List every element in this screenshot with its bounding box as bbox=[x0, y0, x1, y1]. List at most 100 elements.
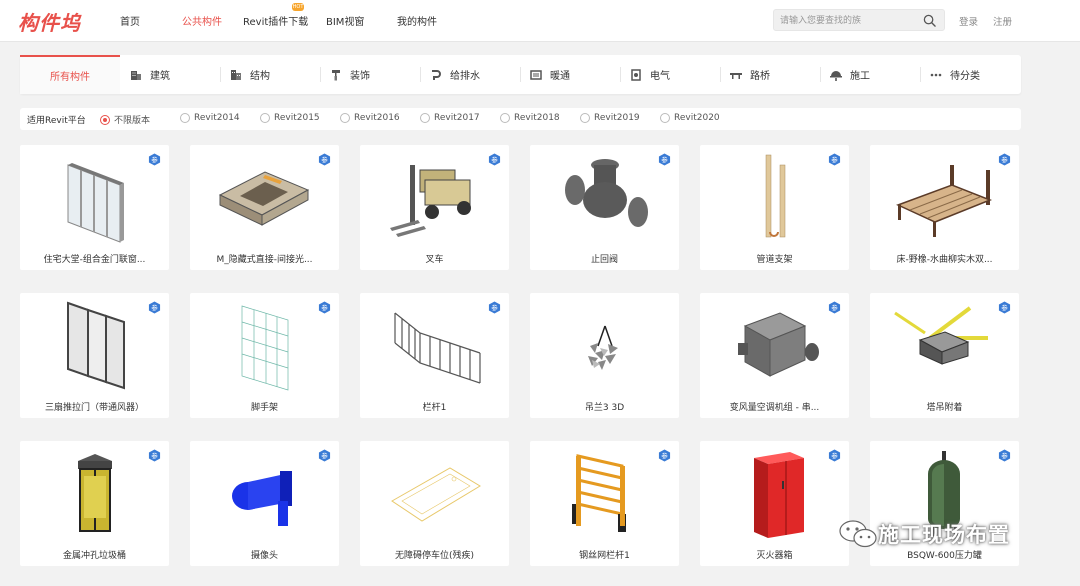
bridge-icon bbox=[730, 72, 742, 79]
search-box bbox=[773, 9, 945, 31]
component-card[interactable]: 参 管道支架 bbox=[700, 145, 849, 270]
platform-option-2019[interactable]: Revit2019 bbox=[580, 113, 640, 123]
component-card[interactable]: 参 叉车 bbox=[360, 145, 509, 270]
curtain-door-model-icon bbox=[67, 163, 124, 243]
param-badge-icon: 参 bbox=[828, 301, 841, 314]
radio-icon[interactable] bbox=[420, 113, 430, 123]
parking-space-model-icon bbox=[391, 467, 481, 522]
component-card[interactable]: 参 三扇推拉门（带通风器） bbox=[20, 293, 169, 418]
param-badge-icon: 参 bbox=[998, 449, 1011, 462]
option-label: Revit2018 bbox=[514, 113, 560, 123]
component-card[interactable]: 参 止回阀 bbox=[530, 145, 679, 270]
nav-item-revit-plugin[interactable]: Revit插件下载 bbox=[243, 13, 308, 28]
platform-option-any[interactable]: 不限版本 bbox=[100, 113, 150, 126]
card-title: 止回阀 bbox=[590, 255, 618, 265]
component-card[interactable]: 吊兰3 3D bbox=[530, 293, 679, 418]
tab-uncategorized[interactable]: 待分类 bbox=[920, 55, 1020, 94]
svg-text:参: 参 bbox=[831, 451, 838, 460]
component-card[interactable]: 参 钢丝网栏杆1 bbox=[530, 441, 679, 566]
tab-road-bridge[interactable]: 路桥 bbox=[720, 55, 820, 94]
tab-hvac[interactable]: 暖通 bbox=[520, 55, 620, 94]
param-badge-icon: 参 bbox=[828, 153, 841, 166]
param-badge-icon: 参 bbox=[488, 153, 501, 166]
register-link[interactable]: 注册 bbox=[993, 14, 1012, 28]
search-icon[interactable] bbox=[923, 14, 936, 27]
tab-all[interactable]: 所有构件 bbox=[20, 55, 120, 94]
param-badge-icon: 参 bbox=[998, 301, 1011, 314]
card-title: M_隐藏式直接-间接光... bbox=[216, 255, 313, 265]
nav-item-my-components[interactable]: 我的构件 bbox=[397, 13, 437, 28]
chat-icon bbox=[839, 520, 877, 548]
radio-icon[interactable] bbox=[580, 113, 590, 123]
component-card[interactable]: 参 变风量空调机组 - 串... bbox=[700, 293, 849, 418]
card-title: 变风量空调机组 - 串... bbox=[729, 403, 820, 413]
tab-label: 给排水 bbox=[450, 71, 480, 82]
site-logo[interactable]: 构件坞 bbox=[18, 7, 81, 36]
platform-option-2020[interactable]: Revit2020 bbox=[660, 113, 720, 123]
card-title: 灭火器箱 bbox=[756, 551, 793, 561]
component-card[interactable]: 无障碍停车位(残疾) bbox=[360, 441, 509, 566]
nav-item-home[interactable]: 首页 bbox=[120, 13, 140, 28]
radio-icon[interactable] bbox=[100, 114, 110, 125]
svg-text:参: 参 bbox=[491, 303, 498, 312]
radio-icon[interactable] bbox=[180, 113, 190, 123]
tab-label: 待分类 bbox=[950, 71, 980, 82]
building-icon bbox=[131, 70, 141, 80]
platform-option-2018[interactable]: Revit2018 bbox=[500, 113, 560, 123]
card-title: 摄像头 bbox=[250, 551, 278, 561]
tab-label: 电气 bbox=[650, 71, 670, 82]
component-card[interactable]: 参 金属冲孔垃圾桶 bbox=[20, 441, 169, 566]
radio-icon[interactable] bbox=[260, 113, 270, 123]
wire-fence-model-icon bbox=[572, 454, 626, 532]
recessed-light-model-icon bbox=[218, 171, 310, 226]
option-label: 不限版本 bbox=[114, 116, 151, 126]
param-badge-icon: 参 bbox=[828, 449, 841, 462]
tab-label: 施工 bbox=[850, 71, 870, 82]
param-badge-icon: 参 bbox=[318, 301, 331, 314]
radio-icon[interactable] bbox=[660, 113, 670, 123]
component-card[interactable]: 参 栏杆1 bbox=[360, 293, 509, 418]
tab-construction[interactable]: 施工 bbox=[820, 55, 920, 94]
component-card[interactable]: 参 M_隐藏式直接-间接光... bbox=[190, 145, 339, 270]
tab-structure[interactable]: 结构 bbox=[220, 55, 320, 94]
tab-plumbing[interactable]: 给排水 bbox=[420, 55, 520, 94]
watermark: 施工现场布置 bbox=[838, 518, 1010, 550]
more-icon bbox=[930, 73, 942, 76]
tab-building[interactable]: 建筑 bbox=[120, 55, 220, 94]
param-badge-icon: 参 bbox=[658, 449, 671, 462]
login-link[interactable]: 登录 bbox=[959, 14, 978, 28]
card-title: 三扇推拉门（带通风器） bbox=[44, 403, 144, 413]
platform-option-2014[interactable]: Revit2014 bbox=[180, 113, 240, 123]
component-card[interactable]: 参 脚手架 bbox=[190, 293, 339, 418]
svg-text:参: 参 bbox=[321, 451, 328, 460]
revit-platform-filter: 适用Revit平台 不限版本 Revit2014 Revit2015 Revit… bbox=[20, 108, 1021, 130]
param-badge-icon: 参 bbox=[318, 449, 331, 462]
platform-option-2016[interactable]: Revit2016 bbox=[340, 113, 400, 123]
radio-icon[interactable] bbox=[340, 113, 350, 123]
component-card[interactable]: 参 塔吊附着 bbox=[870, 293, 1019, 418]
hanging-plant-model-icon bbox=[588, 325, 618, 370]
option-label: Revit2016 bbox=[354, 113, 400, 123]
svg-text:参: 参 bbox=[831, 303, 838, 312]
card-title: 塔吊附着 bbox=[926, 403, 963, 413]
platform-option-2017[interactable]: Revit2017 bbox=[420, 113, 480, 123]
radio-icon[interactable] bbox=[500, 113, 510, 123]
param-badge-icon: 参 bbox=[148, 301, 161, 314]
component-card[interactable]: 参 住宅大堂-组合金门联窗... bbox=[20, 145, 169, 270]
nav-item-public-components[interactable]: 公共构件 bbox=[182, 13, 222, 28]
option-label: Revit2014 bbox=[194, 113, 240, 123]
search-input[interactable] bbox=[780, 13, 920, 28]
category-tabs: 所有构件 建筑 结构 装饰 给排水 暖通 电气 路桥 施工 待分类 bbox=[20, 55, 1021, 94]
component-card[interactable]: 参 摄像头 bbox=[190, 441, 339, 566]
card-title: 住宅大堂-组合金门联窗... bbox=[43, 255, 146, 265]
component-card[interactable]: 参 灭火器箱 bbox=[700, 441, 849, 566]
component-card[interactable]: 参 床-野橡-水曲柳实木双... bbox=[870, 145, 1019, 270]
option-label: Revit2019 bbox=[594, 113, 640, 123]
nav-item-bim-viewer[interactable]: BIM视窗 bbox=[326, 13, 364, 28]
param-badge-icon: 参 bbox=[318, 153, 331, 166]
card-title: 吊兰3 3D bbox=[584, 403, 625, 413]
tab-decoration[interactable]: 装饰 bbox=[320, 55, 420, 94]
platform-option-2015[interactable]: Revit2015 bbox=[260, 113, 320, 123]
tab-electrical[interactable]: 电气 bbox=[620, 55, 720, 94]
bed-model-icon bbox=[896, 165, 993, 237]
